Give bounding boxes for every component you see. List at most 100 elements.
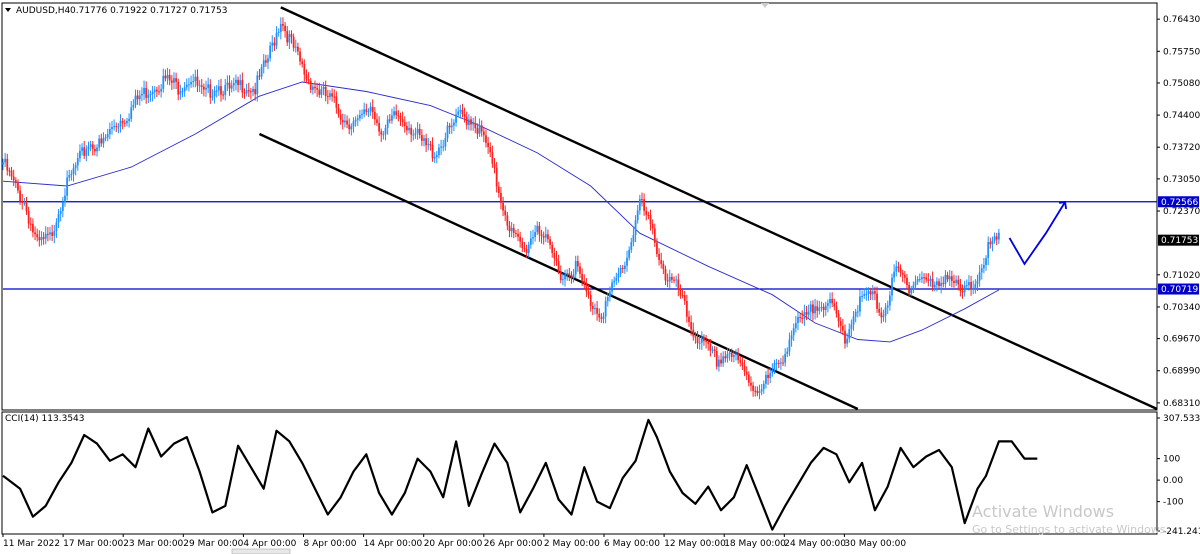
candle-body [309, 80, 312, 90]
candle-body [314, 86, 316, 89]
candle-body [703, 337, 705, 342]
candle-body [641, 199, 643, 201]
candle-body [326, 96, 329, 98]
candle-body [307, 79, 310, 81]
candle-body [779, 362, 782, 364]
candle-body [160, 88, 163, 92]
candle-body [906, 277, 908, 286]
cci-tick-label: 100 [1163, 455, 1180, 465]
candle-body [10, 170, 13, 177]
candle-body [739, 360, 742, 363]
candle-body [350, 126, 353, 130]
candle-body [444, 138, 447, 147]
candle-body [482, 131, 485, 136]
candle-body [463, 113, 466, 117]
candle-body [837, 313, 840, 322]
candle-body [602, 316, 605, 319]
price-tick-label: 0.76430 [1163, 15, 1200, 25]
candle-body [950, 276, 953, 282]
candle-body [918, 279, 921, 281]
candle-body [980, 268, 983, 273]
trading-chart[interactable]: AUDUSD,H4 0.71776 0.71922 0.71727 0.7175… [0, 0, 1200, 554]
candle-body [707, 342, 710, 344]
candle-body [245, 90, 248, 94]
candle-body [279, 23, 282, 32]
candle-body [344, 120, 346, 123]
candle-body [812, 304, 814, 314]
candle-body [564, 274, 566, 280]
candle-body [758, 391, 761, 393]
candle-body [794, 322, 797, 329]
candle-body [989, 242, 992, 245]
candle-body [927, 279, 930, 281]
candle-body [213, 90, 216, 97]
candle-body [933, 284, 936, 288]
candle-body [286, 31, 289, 43]
candle-body [198, 85, 201, 87]
time-tick-label: 6 May 00:00 [604, 539, 660, 549]
candle-body [882, 315, 885, 318]
candle-body [93, 148, 96, 152]
candle-body [446, 125, 449, 139]
candle-body [294, 46, 297, 48]
candle-body [34, 232, 36, 235]
candle-body [835, 306, 838, 314]
candle-body [901, 272, 904, 275]
candle-body [465, 116, 468, 125]
candle-body [508, 225, 511, 232]
candle-body [243, 92, 246, 94]
candle-body [57, 213, 60, 223]
candle-body [611, 282, 613, 292]
candle-body [177, 81, 180, 95]
candle-body [741, 362, 744, 366]
candle-body [384, 127, 387, 135]
candle-body [292, 37, 295, 48]
level-flag-label: 0.72566 [1161, 198, 1198, 208]
candle-body [299, 51, 301, 62]
candle-body [8, 170, 11, 172]
time-tick-label: 12 May 00:00 [664, 539, 726, 549]
candle-body [46, 233, 49, 235]
time-tick-label: 23 Mar 00:00 [123, 539, 183, 549]
candle-body [874, 291, 876, 294]
candle-body [19, 190, 21, 202]
candle-body [209, 84, 212, 98]
candle-body [762, 383, 765, 390]
candle-body [79, 150, 81, 159]
candle-body [252, 89, 254, 93]
candle-body [27, 211, 30, 224]
candle-body [53, 231, 56, 236]
candle-body [562, 279, 564, 281]
candle-body [600, 317, 603, 319]
candle-body [841, 325, 844, 331]
candle-body [185, 84, 188, 88]
candle-body [194, 76, 197, 82]
candle-body [190, 82, 192, 85]
candle-body [339, 114, 342, 120]
candle-body [429, 144, 432, 146]
candle-body [237, 79, 239, 85]
candle-body [623, 265, 626, 269]
candle-body [668, 276, 671, 282]
candle-body [997, 232, 1000, 240]
candle-body [773, 363, 776, 371]
candle-body [861, 296, 863, 298]
time-tick-label: 24 May 00:00 [784, 539, 846, 549]
candle-body [418, 128, 421, 135]
candle-body [656, 242, 658, 254]
candle-body [718, 359, 720, 367]
candle-body [807, 311, 810, 315]
candle-body [884, 307, 887, 316]
price-tick-label: 0.75080 [1163, 79, 1200, 89]
candle-body [690, 322, 693, 330]
candle-body [271, 42, 274, 46]
candle-body [985, 258, 987, 265]
price-panel[interactable] [1, 2, 1158, 411]
scrollbar-tab[interactable] [231, 548, 291, 554]
candle-body [504, 210, 507, 216]
candle-body [217, 86, 220, 91]
candle-body [66, 177, 69, 196]
candle-body [694, 336, 697, 338]
candle-body [267, 58, 269, 63]
candle-body [777, 362, 780, 364]
